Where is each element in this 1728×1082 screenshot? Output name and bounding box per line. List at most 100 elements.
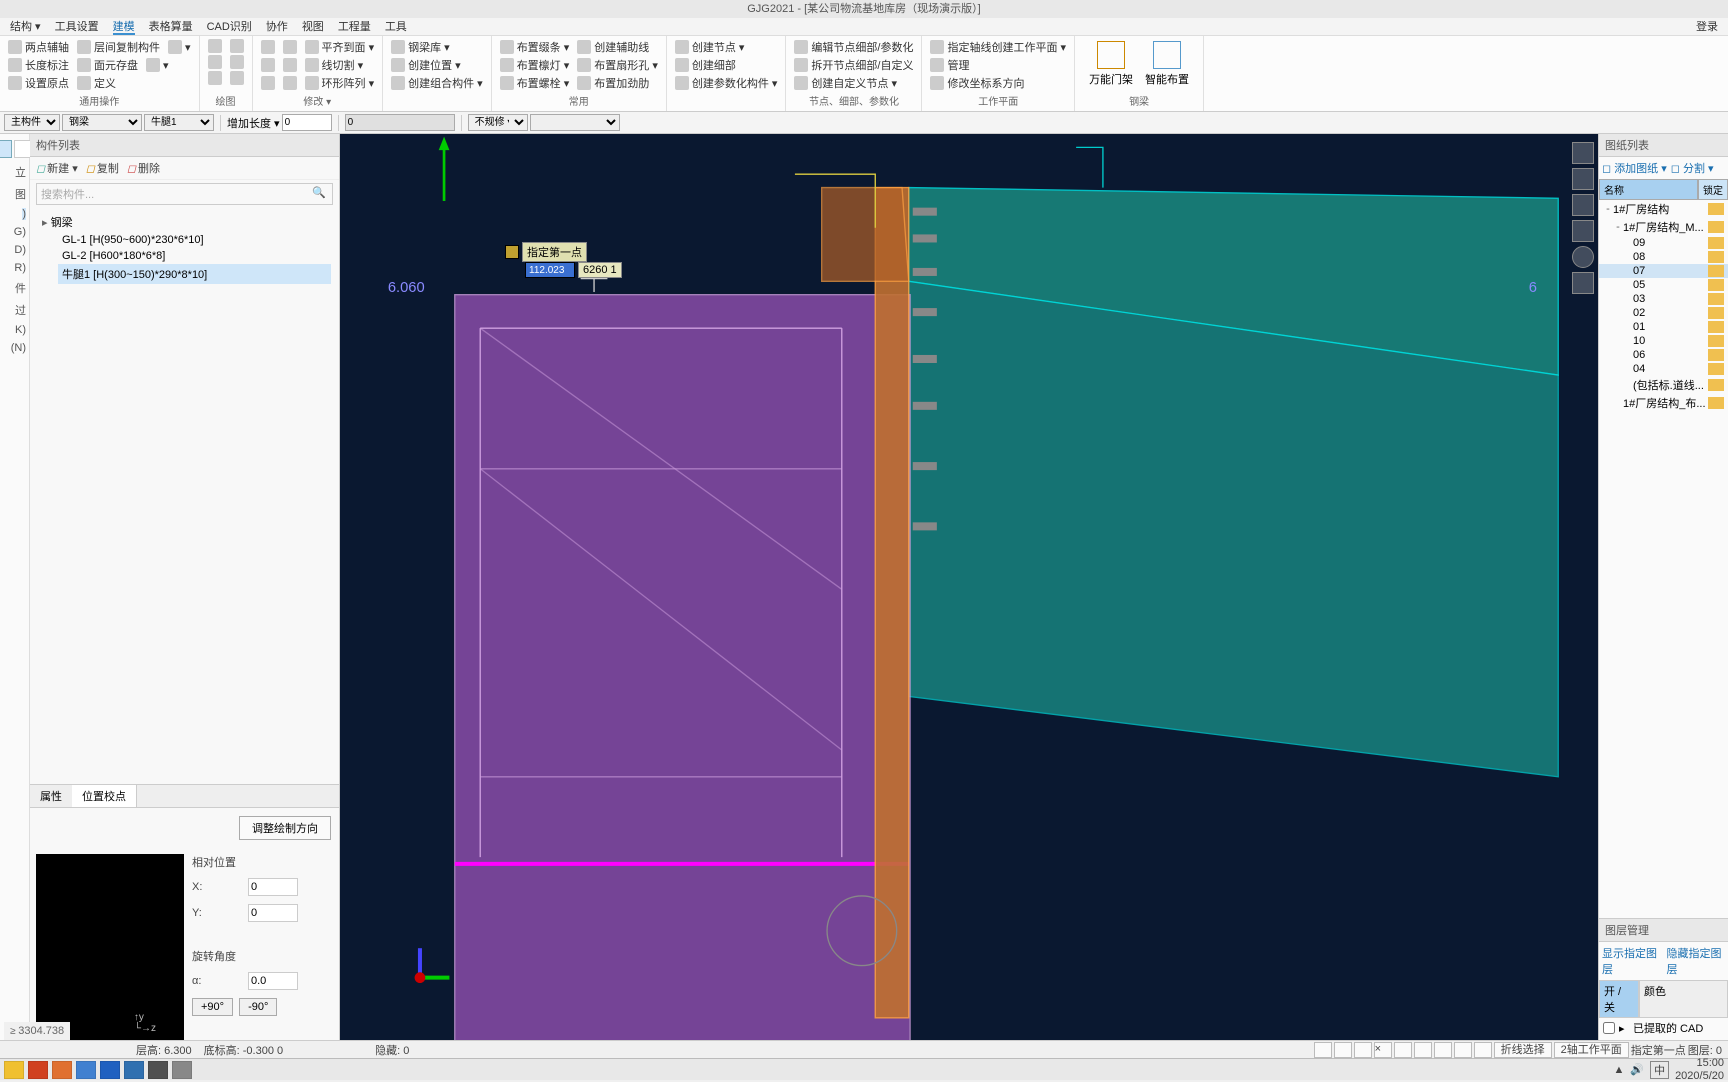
main-component-select[interactable]: 主构件 [4,114,60,131]
draw-tool-5[interactable] [208,71,222,85]
drawing-row[interactable]: 1#厂房结构_布... [1599,394,1728,412]
drawing-row[interactable]: (包括标.道线... [1599,376,1728,394]
layout-fan-hole-button[interactable]: 布置扇形孔 ▾ [577,57,658,73]
draw-tool-4[interactable] [230,55,244,69]
smart-layout-button[interactable]: 智能布置 [1139,39,1195,89]
save-face-button[interactable]: 面元存盘 [77,57,138,73]
tray-network-icon[interactable]: ▲ [1613,1064,1624,1076]
beam-type-select[interactable]: 钢梁 [62,114,142,131]
menu-structure[interactable]: 结构 ▾ [10,18,41,35]
tree-root[interactable]: 钢梁 [38,212,331,232]
change-coord-button[interactable]: 修改坐标系方向 [930,75,1024,91]
snap-grid-icon[interactable] [1454,1042,1472,1058]
snap-endpoint-icon[interactable] [1314,1042,1332,1058]
layer-checkbox[interactable] [1603,1022,1615,1034]
create-param-button[interactable]: 创建参数化构件 ▾ [675,75,778,91]
draw-tool-2[interactable] [230,39,244,53]
dot-icon[interactable]: ▾ [168,40,191,54]
drawing-row[interactable]: 03 [1599,292,1728,306]
create-pos-button[interactable]: 创建位置 ▾ [391,57,461,73]
mod-4[interactable] [283,58,297,72]
draw-tool-1[interactable] [208,39,222,53]
edit-node-button[interactable]: 编辑节点细部/参数化 [794,39,913,55]
portal-frame-button[interactable]: 万能门架 [1083,39,1139,89]
ime-indicator[interactable]: 中 [1650,1061,1669,1079]
plus-90-button[interactable]: +90° [192,998,233,1016]
tree-item-gl1[interactable]: GL-1 [H(950~600)*230*6*10] [58,232,331,248]
app-icon-3[interactable] [100,1061,120,1079]
side-item[interactable]: 图 [15,186,26,202]
side-item[interactable]: 立 [15,164,26,180]
vp-tool-pan[interactable] [1572,194,1594,216]
add-drawing-button[interactable]: ◻ 添加图纸 ▾ [1602,160,1667,176]
menu-quantity[interactable]: 表格算量 [149,18,193,35]
clock[interactable]: 15:00 2020/5/20 [1675,1057,1724,1081]
drawing-row[interactable]: -1#厂房结构_M... [1599,218,1728,236]
x-input[interactable] [248,878,298,896]
two-point-axis-button[interactable]: 两点辅轴 [8,39,69,55]
snap-para-icon[interactable] [1414,1042,1432,1058]
layout-bolt-button[interactable]: 布置螺栓 ▾ [500,75,570,91]
component-select[interactable]: 牛腿1 [144,114,214,131]
drawing-row[interactable]: 02 [1599,306,1728,320]
adjust-direction-button[interactable]: 调整绘制方向 [239,816,331,840]
minus-90-button[interactable]: -90° [239,998,277,1016]
vp-tool-layers[interactable] [1572,272,1594,294]
side-item[interactable]: G) [14,226,26,238]
drawing-row[interactable]: 07 [1599,264,1728,278]
menu-cad[interactable]: CAD识别 [207,18,252,35]
mod-1[interactable] [261,40,275,54]
layout-purlin-button[interactable]: 布置檩灯 ▾ [500,57,570,73]
col-lock[interactable]: 锁定 [1698,179,1728,200]
create-guide-button[interactable]: 创建辅助线 [577,39,649,55]
drawing-row[interactable]: -1#厂房结构 [1599,200,1728,218]
explode-node-button[interactable]: 拆开节点细部/自定义 [794,57,913,73]
polyline-select[interactable]: 折线选择 [1494,1042,1552,1058]
vp-tool-box[interactable] [1572,168,1594,190]
app-icon-4[interactable] [124,1061,144,1079]
tree-item-bracket[interactable]: 牛腿1 [H(300~150)*290*8*10] [58,264,331,284]
tab-properties[interactable]: 属性 [30,785,72,807]
app-icon-2[interactable] [76,1061,96,1079]
snap-box-icon[interactable] [1474,1042,1492,1058]
split-button[interactable]: ◻ 分割 ▾ [1671,160,1714,176]
tree-item-gl2[interactable]: GL-2 [H600*180*6*8] [58,248,331,264]
app-icon-5[interactable] [148,1061,168,1079]
mod-6[interactable] [283,76,297,90]
tab-position[interactable]: 位置校点 [72,785,137,807]
side-item[interactable]: 过 [15,302,26,318]
powerpoint-icon[interactable] [28,1061,48,1079]
side-item[interactable]: K) [15,324,26,336]
draw-tool-3[interactable] [208,55,222,69]
define-button[interactable]: 定义 [77,75,116,91]
empty-select[interactable] [530,114,620,131]
menu-tool-settings[interactable]: 工具设置 [55,18,99,35]
length-input[interactable] [282,114,332,131]
copy-button[interactable]: ◻复制 [86,160,119,176]
delete-button[interactable]: ◻删除 [127,160,160,176]
side-item[interactable]: ) [22,208,26,220]
line-cut-button[interactable]: 线切割 ▾ [305,57,364,73]
menu-project[interactable]: 工程量 [338,18,371,35]
create-node-button[interactable]: 创建节点 ▾ [675,39,745,55]
drawing-row[interactable]: 08 [1599,250,1728,264]
menu-collab[interactable]: 协作 [266,18,288,35]
drawing-row[interactable]: 04 [1599,362,1728,376]
length-dim-button[interactable]: 长度标注 [8,57,69,73]
drawing-row[interactable]: 06 [1599,348,1728,362]
menu-view[interactable]: 视图 [302,18,324,35]
explorer-icon[interactable] [4,1061,24,1079]
drawing-row[interactable]: 01 [1599,320,1728,334]
app-icon-6[interactable] [172,1061,192,1079]
snap-line-icon[interactable] [1394,1042,1412,1058]
search-input[interactable]: 搜索构件...🔍 [36,183,333,205]
side-item[interactable]: (N) [11,342,26,354]
layer-row[interactable]: ▸已提取的 CAD [1599,1018,1728,1038]
set-origin-button[interactable]: 设置原点 [8,75,69,91]
vp-tool-front[interactable] [1572,220,1594,242]
drawing-row[interactable]: 05 [1599,278,1728,292]
other-input[interactable] [345,114,455,131]
create-custom-node-button[interactable]: 创建自定义节点 ▾ [794,75,897,91]
show-layers-link[interactable]: 显示指定图层 [1602,945,1661,977]
layer-copy-button[interactable]: 层间复制构件 [77,39,160,55]
